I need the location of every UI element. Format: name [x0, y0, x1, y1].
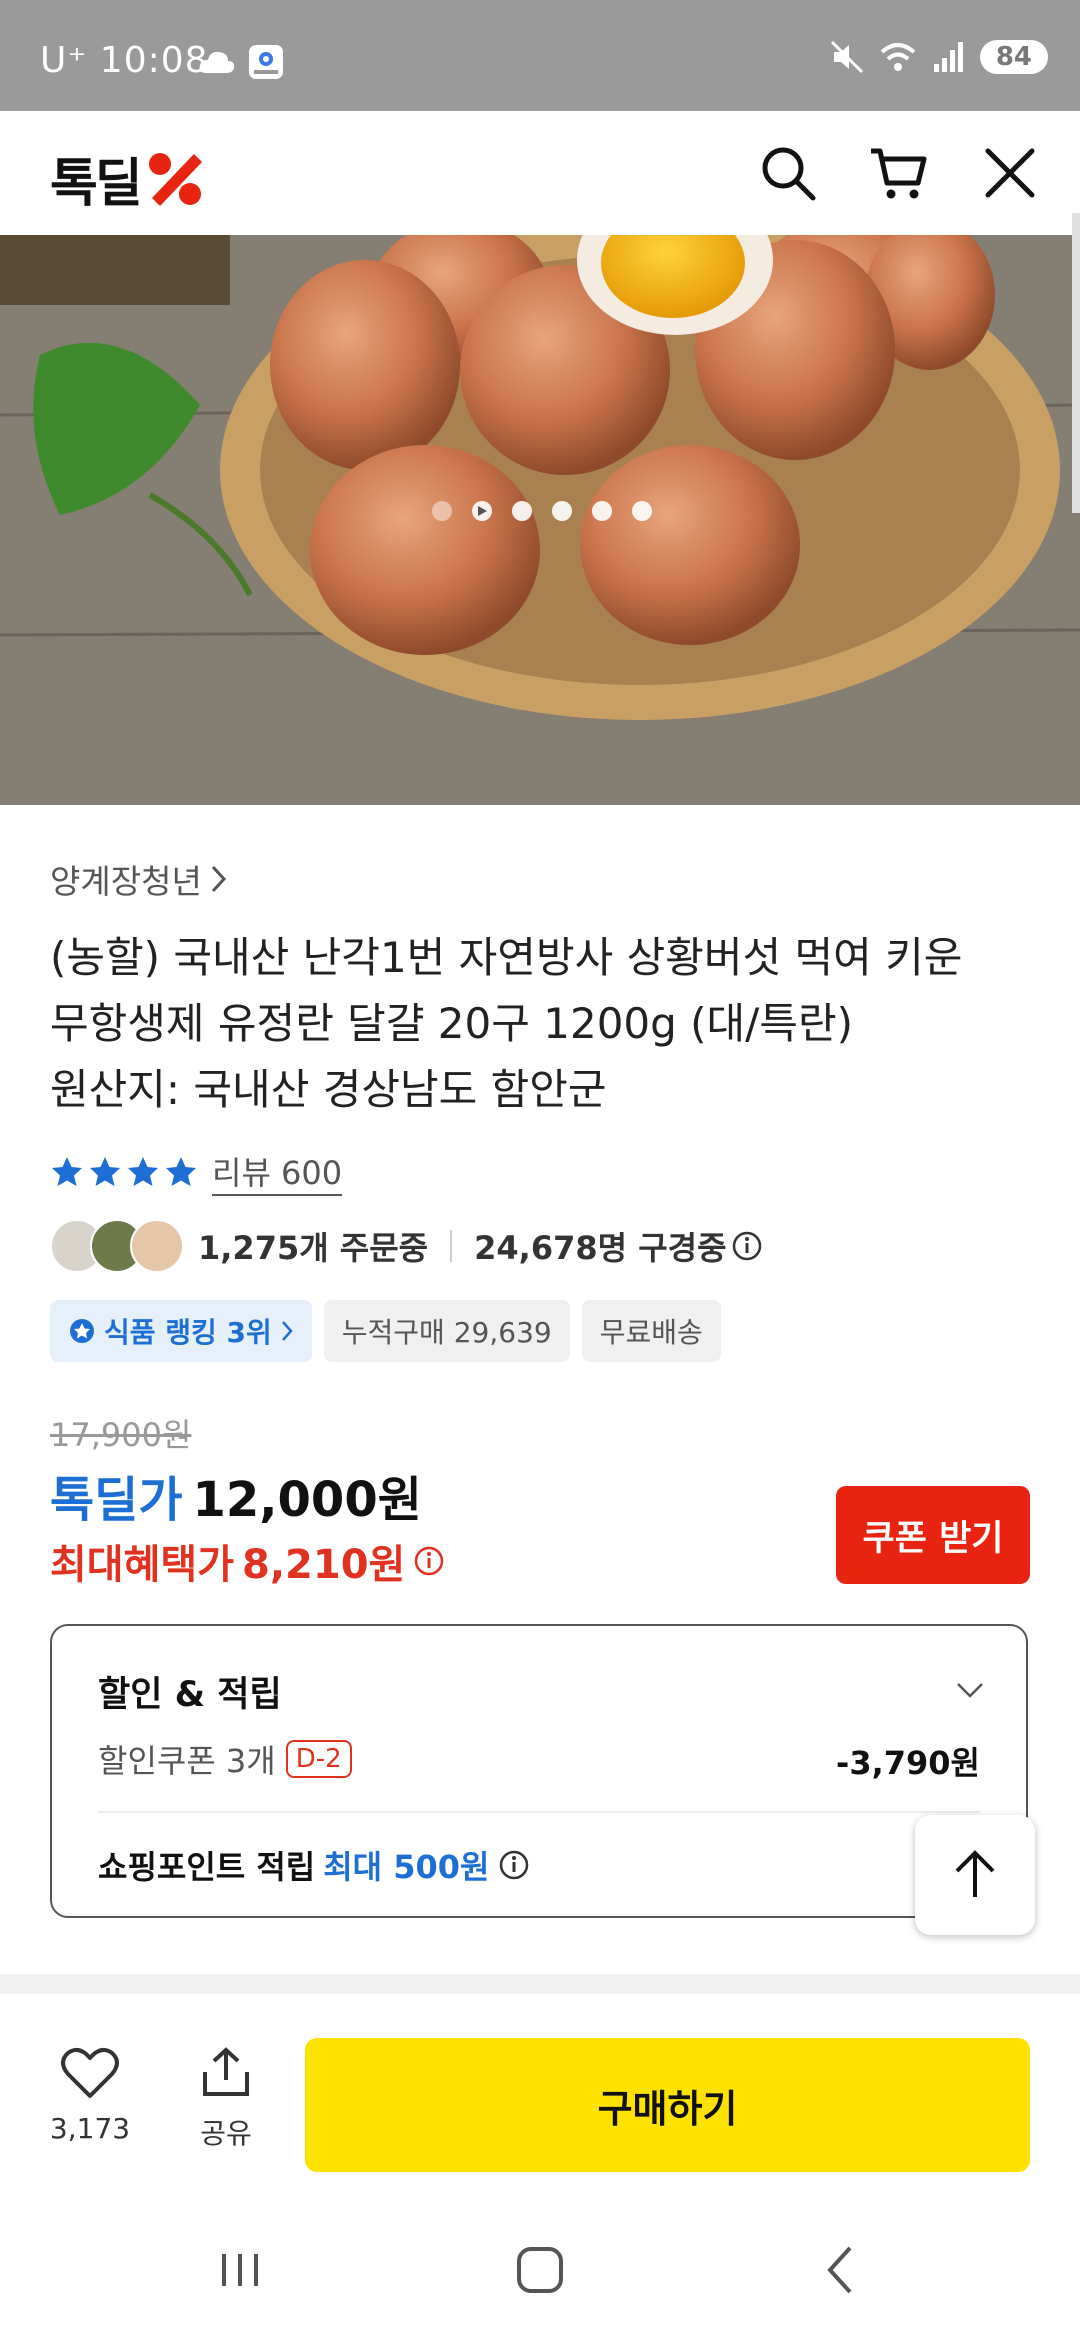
share-button[interactable]: 공유: [186, 2046, 266, 2152]
deal-label: 톡딜가: [50, 1472, 183, 1528]
recent-apps-icon[interactable]: [210, 2240, 270, 2300]
divider: [450, 1230, 453, 1262]
review-link[interactable]: 리뷰 600: [212, 1148, 343, 1196]
close-icon[interactable]: [980, 143, 1040, 203]
product-image-carousel[interactable]: [0, 235, 1080, 805]
original-price: 17,900원: [50, 1416, 192, 1454]
point-amount: 최대 500원: [323, 1848, 490, 1886]
status-time: U⁺ 10:08: [40, 40, 209, 81]
order-count: 1,275개 주문중: [198, 1229, 429, 1267]
share-icon: [203, 2047, 249, 2096]
back-icon[interactable]: [812, 2240, 872, 2300]
share-label: 공유: [200, 2117, 252, 2150]
info-icon[interactable]: [413, 1545, 445, 1577]
battery-indicator: 84: [979, 40, 1048, 74]
ranking-chip[interactable]: 식품 랭킹 3위: [50, 1300, 312, 1362]
product-chips: 식품 랭킹 3위 누적구매 29,639 무료배송: [50, 1300, 721, 1362]
page-scroll-indicator: [1072, 213, 1080, 513]
coupon-amount: -3,790원: [836, 1744, 980, 1782]
status-notification-icons: [198, 44, 284, 80]
scroll-to-top-button[interactable]: [915, 1815, 1035, 1935]
info-icon[interactable]: [731, 1230, 763, 1262]
viewer-count: 24,678명 구경중: [474, 1229, 727, 1267]
product-info: 양계장청년 (농할) 국내산 난각1번 자연방사 상황버섯 먹여 키운 무항생제…: [50, 855, 1030, 1123]
search-icon[interactable]: [758, 143, 818, 203]
buyer-avatars: [50, 1219, 184, 1273]
star-icon: [128, 1157, 158, 1186]
max-benefit-label: 최대혜택가: [50, 1542, 234, 1588]
point-label: 쇼핑포인트 적립: [98, 1848, 316, 1886]
coupon-line: 할인쿠폰 3개 D-2: [98, 1736, 352, 1782]
max-benefit-price: 8,210원: [242, 1542, 406, 1588]
star-icon: [52, 1157, 82, 1186]
cart-icon[interactable]: [868, 143, 928, 203]
avatar: [130, 1219, 184, 1273]
app-bar: 톡딜: [0, 111, 1080, 235]
map-app-icon: [249, 45, 283, 79]
discount-title: 할인 & 적립: [98, 1675, 282, 1715]
title-line: 무항생제 유정란 달걀 20구 1200g (대/특란): [50, 999, 853, 1048]
chevron-right-icon: [211, 865, 226, 893]
section-divider: [0, 1974, 1080, 1994]
status-right-icons: 84: [830, 40, 1048, 74]
cloud-icon: [199, 51, 235, 73]
deal-price: 12,000원: [192, 1472, 422, 1528]
buy-button[interactable]: 구매하기: [305, 2038, 1030, 2172]
ranking-label: 식품 랭킹 3위: [104, 1316, 272, 1349]
percent-logo-icon: [148, 152, 202, 206]
like-button[interactable]: 3,173: [50, 2046, 130, 2145]
rating-row: 리뷰 600: [50, 1148, 343, 1196]
badge-icon: [70, 1319, 94, 1343]
info-icon[interactable]: [498, 1849, 530, 1881]
coupon-label: 할인쿠폰 3개: [98, 1742, 276, 1780]
star-icon: [90, 1157, 120, 1186]
like-count: 3,173: [49, 2112, 131, 2145]
carousel-dots: [432, 501, 652, 521]
seller-link[interactable]: 양계장청년: [50, 855, 1030, 903]
heart-icon: [61, 2047, 119, 2098]
product-title: (농할) 국내산 난각1번 자연방사 상황버섯 먹여 키운 무항생제 유정란 달…: [50, 925, 1030, 1123]
tokdeal-logo[interactable]: 톡딜: [50, 141, 206, 216]
get-coupon-button[interactable]: 쿠폰 받기: [836, 1486, 1030, 1584]
system-navigation-bar: [0, 2194, 1080, 2340]
mute-icon: [830, 40, 863, 74]
stats-row: 1,275개 주문중 24,678명 구경중: [50, 1218, 763, 1274]
home-icon[interactable]: [510, 2240, 570, 2300]
cumulative-purchase-chip: 누적구매 29,639: [323, 1300, 570, 1362]
point-line: 쇼핑포인트 적립 최대 500원: [98, 1842, 530, 1888]
purchase-bar: 3,173 공유 구매하기: [0, 1994, 1080, 2194]
title-line: 원산지: 국내산 경상남도 함안군: [50, 1065, 607, 1114]
deal-price-row: 톡딜가 12,000원: [50, 1460, 422, 1530]
discount-reward-panel[interactable]: 할인 & 적립 할인쿠폰 3개 D-2 -3,790원 쇼핑포인트 적립 최대 …: [50, 1624, 1028, 1918]
chevron-down-icon[interactable]: [954, 1674, 986, 1706]
title-line: (농할) 국내산 난각1번 자연방사 상황버섯 먹여 키운: [50, 933, 963, 982]
status-bar: U⁺ 10:08 84: [0, 0, 1080, 111]
star-icon: [166, 1157, 196, 1186]
divider: [98, 1811, 980, 1813]
max-benefit-row: 최대혜택가 8,210원: [50, 1532, 445, 1590]
free-shipping-chip: 무료배송: [581, 1300, 721, 1362]
seller-name: 양계장청년: [50, 862, 202, 901]
dday-badge: D-2: [285, 1740, 352, 1778]
wifi-icon: [880, 43, 916, 71]
signal-icon: [933, 42, 963, 72]
logo-text: 톡딜: [50, 154, 143, 214]
chevron-right-icon: [281, 1321, 293, 1341]
arrow-up-icon: [955, 1850, 995, 1897]
